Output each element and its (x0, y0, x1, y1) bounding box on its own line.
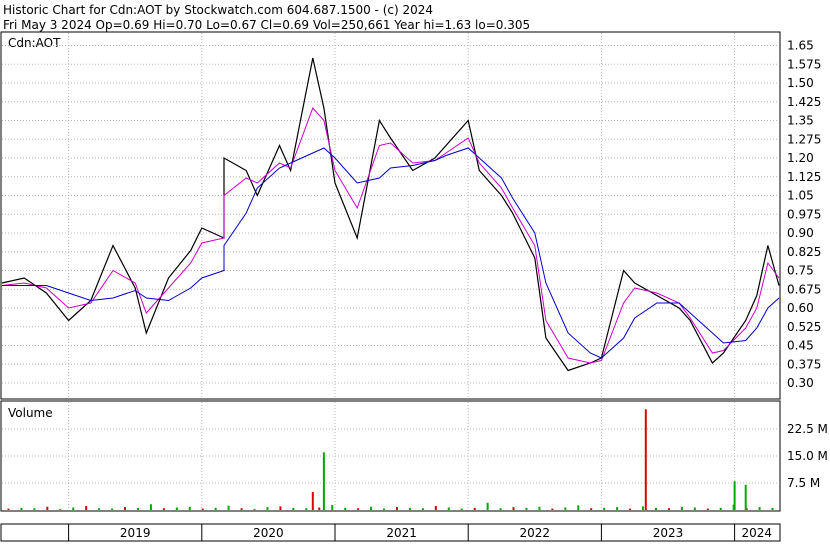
price-tick-label: 0.675 (787, 282, 821, 296)
background (0, 0, 830, 543)
price-tick-label: 0.975 (787, 207, 821, 221)
price-tick-label: 0.60 (787, 301, 814, 315)
price-tick-label: 1.65 (787, 39, 814, 53)
volume-label: Volume (8, 406, 53, 420)
volume-tick-label: 7.5 M (787, 476, 820, 490)
price-tick-label: 0.825 (787, 245, 821, 259)
year-label: 2021 (386, 526, 417, 540)
year-label: 2023 (653, 526, 684, 540)
price-tick-label: 0.375 (787, 357, 821, 371)
chart-canvas: Historic Chart for Cdn:AOT by Stockwatch… (0, 0, 830, 543)
price-tick-label: 1.20 (787, 151, 814, 165)
price-tick-label: 1.35 (787, 114, 814, 128)
price-tick-label: 0.525 (787, 320, 821, 334)
volume-tick-label: 22.5 M (787, 422, 828, 436)
price-tick-label: 0.75 (787, 264, 814, 278)
year-label: 2024 (742, 526, 773, 540)
year-label: 2022 (520, 526, 551, 540)
price-tick-label: 1.05 (787, 189, 814, 203)
price-tick-label: 1.125 (787, 170, 821, 184)
price-tick-label: 0.90 (787, 226, 814, 240)
volume-tick-label: 15.0 M (787, 449, 828, 463)
year-label: 2019 (120, 526, 151, 540)
price-tick-label: 1.50 (787, 76, 814, 90)
price-tick-label: 1.575 (787, 57, 821, 71)
symbol-label: Cdn:AOT (8, 36, 61, 50)
stock-chart: Historic Chart for Cdn:AOT by Stockwatch… (0, 0, 830, 543)
price-tick-label: 1.275 (787, 132, 821, 146)
price-tick-label: 0.45 (787, 339, 814, 353)
year-label: 2020 (253, 526, 284, 540)
header-title: Historic Chart for Cdn:AOT by Stockwatch… (3, 3, 433, 17)
price-tick-label: 0.30 (787, 376, 814, 390)
price-tick-label: 1.425 (787, 95, 821, 109)
header-stats: Fri May 3 2024 Op=0.69 Hi=0.70 Lo=0.67 C… (3, 18, 530, 32)
